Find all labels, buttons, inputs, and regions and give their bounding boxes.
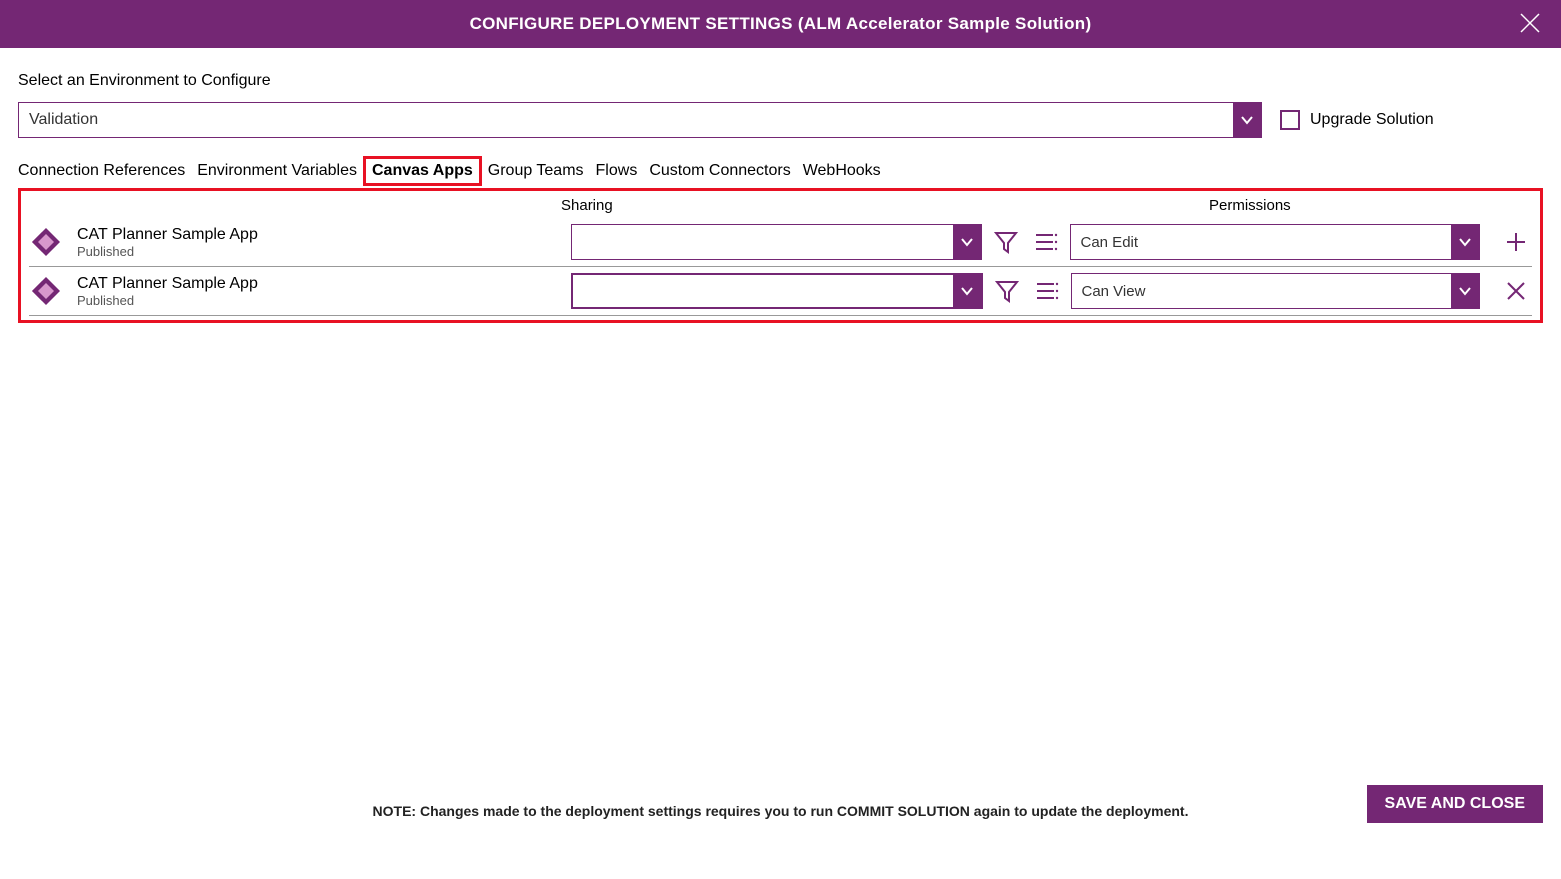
tab-bar: Connection References Environment Variab…	[18, 156, 1543, 186]
sharing-dropdown[interactable]	[571, 273, 983, 309]
chevron-down-icon	[1451, 225, 1479, 259]
sharing-header: Sharing	[561, 197, 1209, 214]
dialog-header: CONFIGURE DEPLOYMENT SETTINGS (ALM Accel…	[0, 0, 1561, 48]
app-name: CAT Planner Sample App	[77, 275, 563, 293]
chevron-down-icon	[953, 275, 981, 307]
app-row: CAT Planner Sample App Published	[29, 218, 1532, 267]
permissions-dropdown-value: Can View	[1072, 274, 1452, 308]
permissions-header: Permissions	[1209, 197, 1409, 214]
permissions-dropdown[interactable]: Can Edit	[1070, 224, 1481, 260]
footer-note: NOTE: Changes made to the deployment set…	[373, 803, 1189, 819]
permissions-dropdown-value: Can Edit	[1071, 225, 1452, 259]
environment-label: Select an Environment to Configure	[18, 72, 1543, 90]
upgrade-solution-checkbox[interactable]	[1280, 110, 1300, 130]
app-row: CAT Planner Sample App Published	[29, 267, 1532, 316]
sharing-dropdown-value	[572, 225, 953, 259]
tab-flows[interactable]: Flows	[596, 156, 638, 186]
app-name: CAT Planner Sample App	[77, 226, 563, 244]
tab-group-teams[interactable]: Group Teams	[488, 156, 584, 186]
table-header: Sharing Permissions	[29, 195, 1532, 218]
app-status: Published	[77, 293, 563, 308]
list-icon[interactable]	[1030, 226, 1062, 258]
app-status: Published	[77, 244, 563, 259]
chevron-down-icon	[1233, 103, 1261, 137]
filter-icon[interactable]	[990, 226, 1022, 258]
tab-connection-references[interactable]: Connection References	[18, 156, 185, 186]
tab-canvas-apps[interactable]: Canvas Apps	[363, 156, 482, 186]
power-apps-icon	[29, 225, 63, 259]
list-icon[interactable]	[1031, 275, 1063, 307]
dialog-title: CONFIGURE DEPLOYMENT SETTINGS (ALM Accel…	[470, 14, 1092, 34]
tab-webhooks[interactable]: WebHooks	[803, 156, 881, 186]
environment-dropdown[interactable]: Validation	[18, 102, 1262, 138]
footer: NOTE: Changes made to the deployment set…	[0, 803, 1561, 819]
tab-environment-variables[interactable]: Environment Variables	[197, 156, 357, 186]
permissions-dropdown[interactable]: Can View	[1071, 273, 1481, 309]
chevron-down-icon	[1451, 274, 1479, 308]
add-icon[interactable]	[1500, 226, 1532, 258]
power-apps-icon	[29, 274, 63, 308]
filter-icon[interactable]	[991, 275, 1023, 307]
sharing-dropdown[interactable]	[571, 224, 982, 260]
remove-icon[interactable]	[1500, 275, 1532, 307]
canvas-apps-panel: Sharing Permissions CAT Planner Sample A…	[18, 188, 1543, 323]
close-icon[interactable]	[1519, 12, 1541, 39]
chevron-down-icon	[953, 225, 981, 259]
sharing-dropdown-value	[573, 275, 953, 307]
environment-dropdown-value: Validation	[19, 103, 1233, 137]
tab-custom-connectors[interactable]: Custom Connectors	[649, 156, 790, 186]
upgrade-solution-label: Upgrade Solution	[1310, 111, 1434, 129]
save-and-close-button[interactable]: SAVE AND CLOSE	[1367, 785, 1543, 823]
